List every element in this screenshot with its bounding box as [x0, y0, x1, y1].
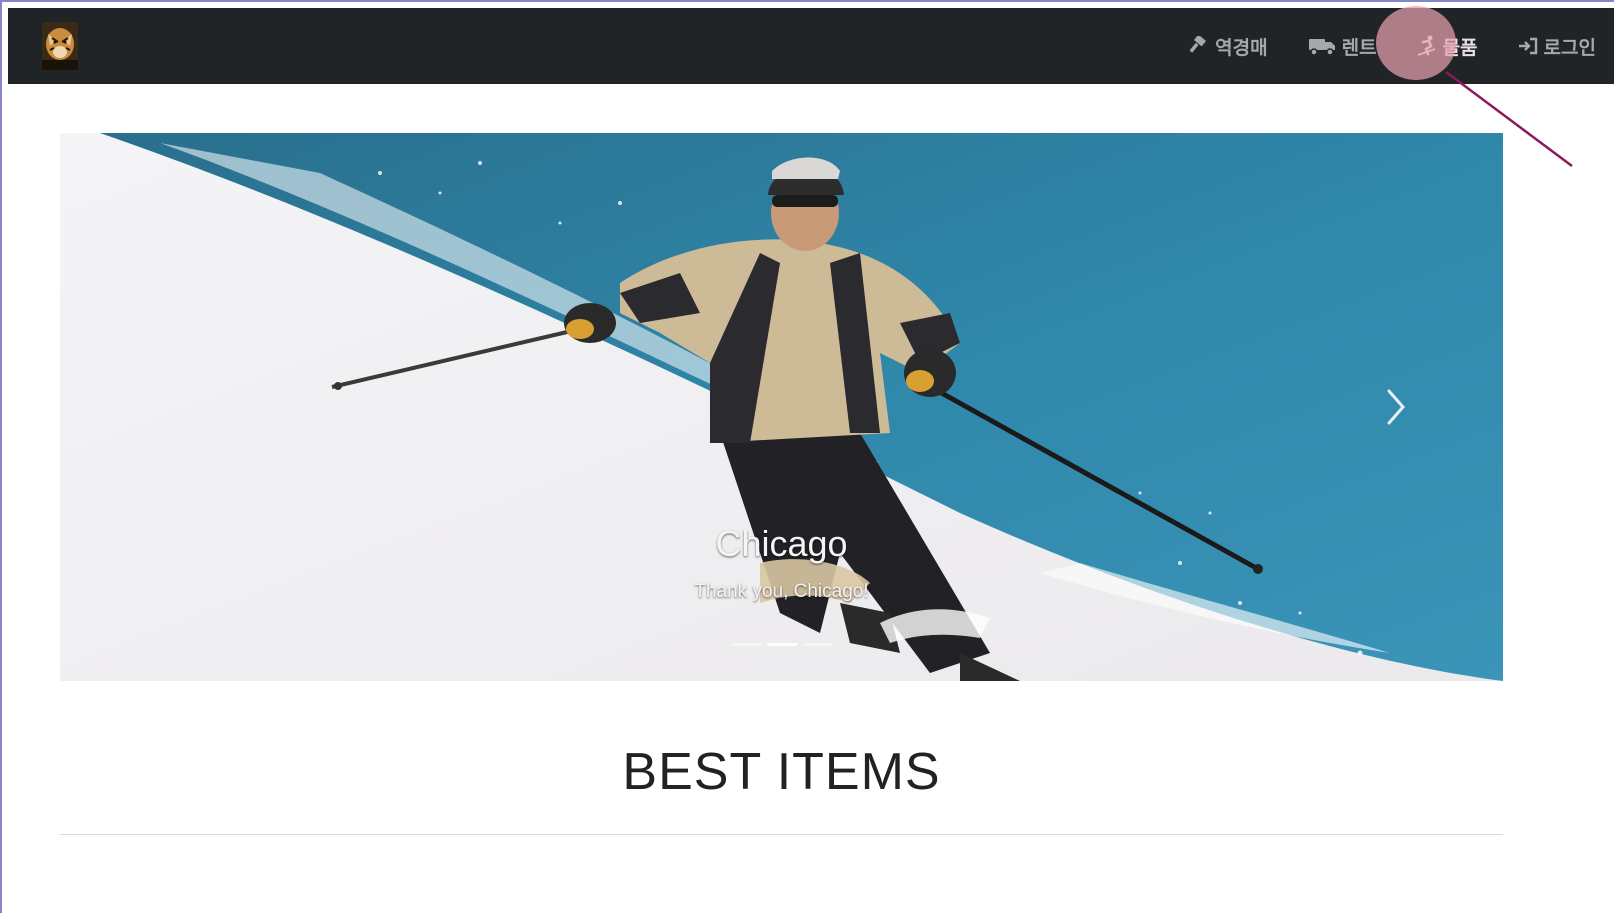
top-navbar: 역경매 렌트 물품 로그인 — [8, 8, 1614, 84]
carousel-indicator[interactable] — [730, 643, 761, 646]
section-title: BEST ITEMS — [622, 743, 941, 801]
click-highlight — [1376, 6, 1456, 80]
sign-in-icon — [1518, 37, 1537, 55]
carousel-next-button[interactable] — [1381, 385, 1411, 429]
hero-carousel[interactable]: Chicago Thank you, Chicago! — [60, 133, 1503, 681]
brand-logo[interactable] — [42, 22, 78, 70]
carousel-indicator[interactable] — [802, 643, 833, 646]
truck-icon — [1308, 39, 1335, 56]
gavel-icon — [1190, 36, 1206, 53]
tiger-logo-icon — [42, 22, 78, 70]
carousel-caption-text: Thank you, Chicago! — [694, 581, 869, 602]
chevron-right-icon — [1387, 389, 1405, 425]
nav-item-label: 역경매 — [1215, 36, 1268, 59]
carousel-caption-title: Chicago — [715, 523, 848, 564]
nav-item-label: 로그인 — [1543, 36, 1596, 59]
carousel-indicator-active[interactable] — [766, 643, 797, 646]
carousel-indicators — [60, 643, 1503, 646]
nav-item-reverse-auction[interactable]: 역경매 — [1167, 8, 1287, 84]
section-divider — [60, 834, 1503, 835]
nav-item-login[interactable]: 로그인 — [1498, 8, 1614, 84]
browser-frame: 역경매 렌트 물품 로그인 Chicago Thank you, Chicago… — [0, 0, 1614, 913]
nav-item-label: 렌트 — [1341, 36, 1377, 59]
